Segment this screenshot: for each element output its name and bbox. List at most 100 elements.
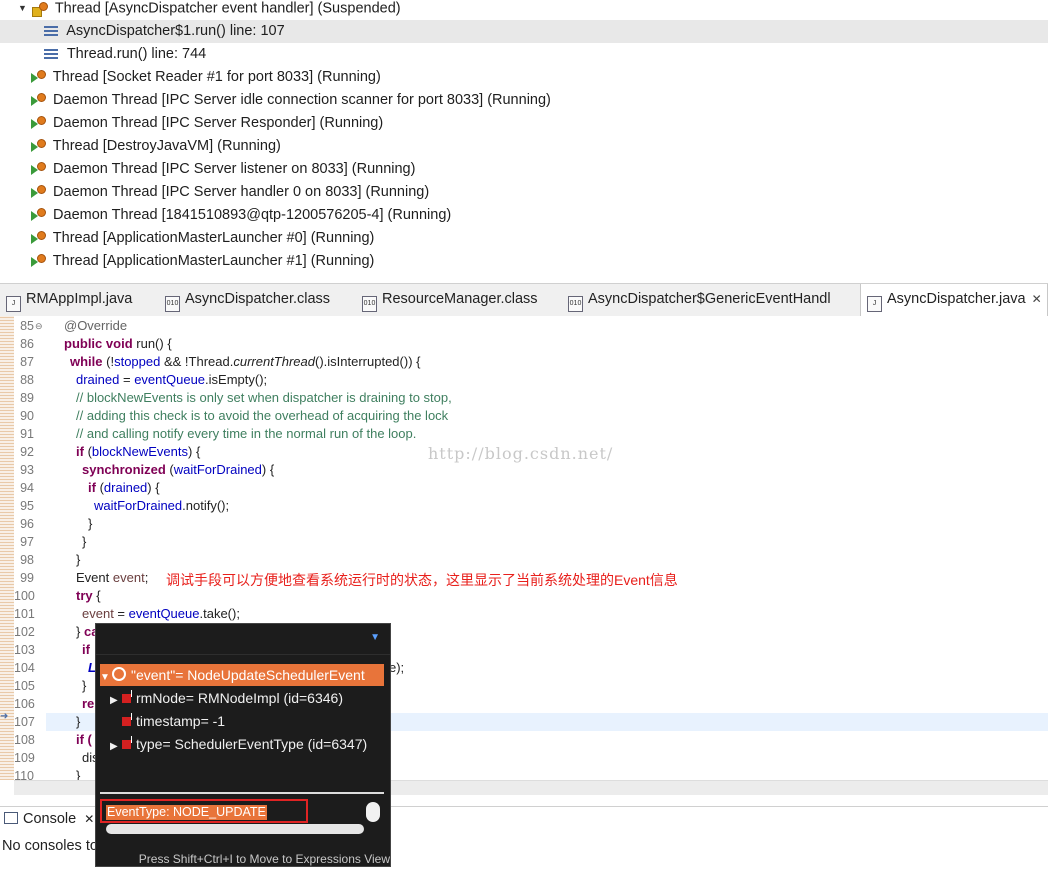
variable-name: timestamp — [136, 713, 201, 729]
line-number: 109 — [14, 751, 35, 765]
popup-sash[interactable] — [100, 792, 384, 794]
line-number: 90 — [20, 409, 34, 423]
thread-row[interactable]: Thread [ApplicationMasterLauncher #0] (R… — [30, 227, 374, 250]
line-number: 104 — [14, 661, 35, 675]
line-number: 107 — [14, 715, 35, 729]
line-number: 85 — [20, 319, 34, 333]
stack-frame-label: AsyncDispatcher$1.run() line: 107 — [66, 23, 285, 39]
inspect-icon — [112, 667, 126, 681]
console-icon — [4, 812, 18, 824]
tab-genericeventhandler-class[interactable]: 010 AsyncDispatcher$GenericEventHandl — [568, 284, 831, 316]
code-line: e); — [389, 660, 405, 675]
tab-label: ResourceManager.class — [382, 291, 538, 307]
variable-row-type[interactable]: ▶ type= SchedulerEventType (id=6347) — [110, 733, 367, 755]
thread-row[interactable]: Daemon Thread [IPC Server Responder] (Ru… — [30, 112, 383, 135]
code-line: synchronized (waitForDrained) { — [82, 462, 275, 477]
annotation-note: 调试手段可以方便地查看系统运行时的状态，这里显示了当前系统处理的Event信息 — [166, 572, 678, 588]
line-number: 88 — [20, 373, 34, 387]
code-line: public void run() { — [64, 336, 172, 351]
running-thread-icon — [30, 93, 46, 107]
line-number: 92 — [20, 445, 34, 459]
thread-row[interactable]: Thread [Socket Reader #1 for port 8033] … — [30, 66, 381, 89]
stack-frame-label: Thread.run() line: 744 — [66, 46, 207, 62]
tab-asyncdispatcher-class[interactable]: 010 AsyncDispatcher.class — [165, 284, 330, 316]
code-line: } — [76, 552, 81, 567]
collapse-arrow-icon[interactable]: ▼ — [100, 667, 112, 689]
line-number: 91 — [20, 427, 34, 441]
running-thread-icon — [30, 185, 46, 199]
line-number: 96 — [20, 517, 34, 531]
thread-row[interactable]: Daemon Thread [IPC Server idle connectio… — [30, 89, 551, 112]
line-number: 105 — [14, 679, 35, 693]
code-comment: // blockNewEvents is only set when dispa… — [76, 390, 452, 405]
thread-row[interactable]: Thread [DestroyJavaVM] (Running) — [30, 135, 281, 158]
tab-resourcemanager-class[interactable]: 010 ResourceManager.class — [362, 284, 538, 316]
thread-label: Thread [DestroyJavaVM] (Running) — [52, 138, 281, 154]
code-line: @Override — [64, 318, 128, 333]
line-number: 97 — [20, 535, 34, 549]
tab-console[interactable]: Console ✕ — [4, 811, 94, 827]
thread-row[interactable]: Daemon Thread [IPC Server handler 0 on 8… — [30, 181, 429, 204]
line-number: 98 — [20, 553, 34, 567]
line-number: 101 — [14, 607, 35, 621]
stack-frame-icon — [44, 24, 59, 38]
code-comment: // adding this check is to avoid the ove… — [76, 408, 449, 423]
line-number: 94 — [20, 481, 34, 495]
variable-name: "event" — [131, 667, 176, 683]
thread-row-suspended[interactable]: ▼ Thread [AsyncDispatcher event handler]… — [18, 0, 401, 20]
line-number: 86 — [20, 337, 34, 351]
variable-row-rmnode[interactable]: ▶ rmNode= RMNodeImpl (id=6346) — [110, 687, 343, 709]
variable-row-event[interactable]: ▼ "event"= NodeUpdateSchedulerEvent — [100, 664, 384, 686]
tab-rmappimpl-java[interactable]: J RMAppImpl.java — [6, 284, 132, 316]
code-line: } — [76, 714, 81, 729]
thread-row[interactable]: Daemon Thread [IPC Server listener on 80… — [30, 158, 415, 181]
line-number: 106 — [14, 697, 35, 711]
variable-name: type — [136, 736, 163, 752]
stack-frame-row-selected[interactable]: AsyncDispatcher$1.run() line: 107 — [0, 20, 1048, 43]
code-line: Event event; — [76, 570, 149, 585]
code-line: if (drained) { — [88, 480, 160, 495]
debug-hover-popup[interactable]: ▼ ▼ "event"= NodeUpdateSchedulerEvent ▶ rm… — [95, 623, 391, 867]
java-file-icon: J — [867, 296, 882, 312]
variable-row-timestamp[interactable]: timestamp= -1 — [122, 710, 225, 732]
thread-label: Daemon Thread [IPC Server listener on 80… — [53, 161, 416, 177]
tab-label: AsyncDispatcher$GenericEventHandl — [588, 291, 831, 307]
stack-frame-icon — [44, 47, 59, 61]
code-line: } — [88, 516, 93, 531]
tab-asyncdispatcher-java[interactable]: J AsyncDispatcher.java ✕ — [860, 284, 1048, 317]
thread-row[interactable]: Daemon Thread [1841510893@qtp-1200576205… — [30, 204, 451, 227]
running-thread-icon — [30, 162, 46, 176]
variable-value: = SchedulerEventType (id=6347) — [162, 736, 368, 752]
detail-vertical-scrollbar[interactable] — [366, 802, 380, 822]
expand-arrow-icon[interactable]: ▶ — [110, 690, 122, 712]
code-line: } — [82, 678, 87, 693]
code-line: re — [82, 696, 95, 711]
stack-frame-row[interactable]: Thread.run() line: 744 — [0, 43, 206, 66]
line-number: 93 — [20, 463, 34, 477]
line-number: 108 — [14, 733, 35, 747]
line-number: 95 — [20, 499, 34, 513]
suspended-thread-icon — [32, 1, 49, 17]
field-icon — [122, 713, 132, 726]
variable-name: rmNode — [136, 690, 186, 706]
code-line: event = eventQueue.take(); — [82, 606, 240, 621]
expand-arrow-icon[interactable]: ▶ — [110, 736, 122, 758]
fold-icon[interactable]: ⊖ — [35, 317, 43, 335]
line-number: 89 — [20, 391, 34, 405]
code-line: if — [82, 642, 90, 657]
detail-pane-highlight[interactable]: EventType: NODE_UPDATE — [100, 799, 308, 823]
field-icon — [122, 690, 132, 703]
detail-horizontal-scrollbar[interactable] — [106, 824, 364, 834]
tab-label: AsyncDispatcher.java — [887, 291, 1026, 307]
close-console-icon[interactable]: ✕ — [84, 812, 94, 826]
line-number: 99 — [20, 571, 34, 585]
thread-label: Thread [ApplicationMasterLauncher #0] (R… — [52, 230, 375, 246]
debug-threads-view: ▼ Thread [AsyncDispatcher event handler]… — [0, 0, 1048, 275]
thread-row[interactable]: Thread [ApplicationMasterLauncher #1] (R… — [30, 250, 374, 273]
console-message: No consoles to — [2, 838, 98, 854]
line-number: 102 — [14, 625, 35, 639]
close-tab-icon[interactable]: ✕ — [1032, 292, 1042, 306]
expand-toggle-icon[interactable]: ▼ — [18, 0, 28, 20]
class-file-icon: 010 — [362, 296, 377, 312]
chevron-down-icon[interactable]: ▼ — [370, 632, 380, 643]
